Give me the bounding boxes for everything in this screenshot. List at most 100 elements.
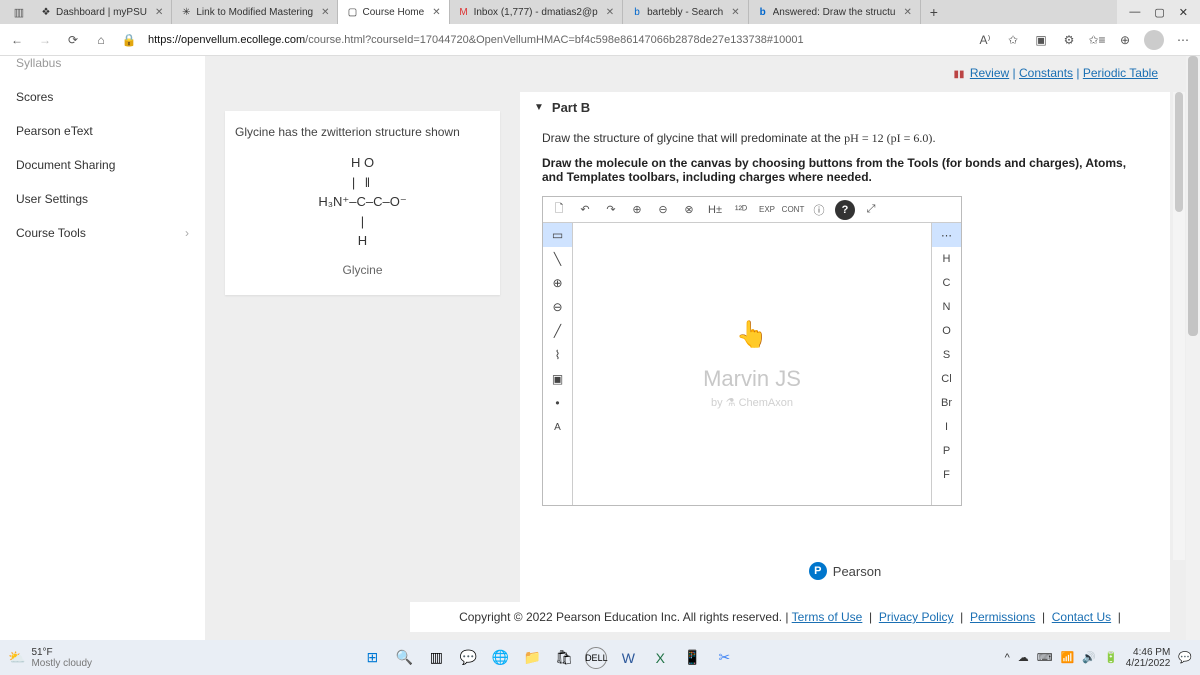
tab-2[interactable]: ▢Course Home✕ [338, 0, 449, 24]
collections-icon[interactable]: ⊕ [1116, 33, 1134, 47]
search-icon[interactable]: 🔍 [393, 647, 415, 669]
new-icon[interactable]: 🗋 [549, 200, 569, 220]
atom-n[interactable]: N [932, 295, 961, 319]
select-tool[interactable]: ▭ [543, 223, 572, 247]
close-icon[interactable]: ✕ [432, 7, 440, 18]
contact-link[interactable]: Contact Us [1052, 610, 1111, 624]
calc-icon[interactable]: 📱 [681, 647, 703, 669]
sidebar-item-etext[interactable]: Pearson eText [0, 114, 205, 148]
atom-f[interactable]: F [932, 463, 961, 487]
tray-chevron-icon[interactable]: ^ [1005, 652, 1010, 664]
sidebar-item-syllabus[interactable]: Syllabus [0, 56, 205, 80]
single-bond-tool[interactable]: ╱ [543, 319, 572, 343]
profile-avatar[interactable] [1144, 30, 1164, 50]
onedrive-icon[interactable]: ☁ [1018, 651, 1029, 664]
close-icon[interactable]: ✕ [606, 7, 614, 18]
atom-h[interactable]: H [932, 247, 961, 271]
zoom-out-icon[interactable]: ⊖ [653, 200, 673, 220]
atom-br[interactable]: Br [932, 391, 961, 415]
wifi-icon[interactable]: 📶 [1061, 651, 1075, 664]
inner-scrollbar[interactable] [1173, 92, 1185, 560]
radical-tool[interactable]: • [543, 391, 572, 415]
close-icon[interactable]: ✕ [321, 7, 329, 18]
close-window-button[interactable]: ✕ [1179, 6, 1188, 19]
battery-icon[interactable]: 🔋 [1104, 651, 1118, 664]
snip-icon[interactable]: ✂ [713, 647, 735, 669]
review-link[interactable]: Review [970, 66, 1009, 80]
page-scrollbar[interactable] [1186, 56, 1200, 640]
exp-icon[interactable]: EXP [757, 200, 777, 220]
settings-icon[interactable]: ⚙ [1060, 33, 1078, 47]
constants-link[interactable]: Constants [1019, 66, 1073, 80]
terms-link[interactable]: Terms of Use [792, 610, 863, 624]
info-icon[interactable]: ⓘ [809, 200, 829, 220]
template-tool[interactable]: ▣ [543, 367, 572, 391]
dell-icon[interactable]: DELL [585, 647, 607, 669]
favorites-icon[interactable]: ✩≡ [1088, 33, 1106, 47]
word-icon[interactable]: W [617, 647, 639, 669]
weather-widget[interactable]: ⛅ 51°F Mostly cloudy [8, 647, 92, 669]
address-bar[interactable]: https://openvellum.ecollege.com/course.h… [148, 34, 966, 46]
taskview-icon[interactable]: ▥ [425, 647, 447, 669]
tab-4[interactable]: bbartebly - Search✕ [623, 0, 749, 24]
volume-icon[interactable]: 🔊 [1082, 651, 1096, 664]
editor-canvas[interactable]: 👆 Marvin JS by ⚗ ChemAxon [573, 223, 931, 505]
extension-icon[interactable]: ▣ [1032, 33, 1050, 47]
2d-icon[interactable]: ¹²ᴰ [731, 200, 751, 220]
edge-icon[interactable]: 🌐 [489, 647, 511, 669]
lock-icon[interactable]: 🔒 [120, 33, 138, 47]
sidebar-item-usersettings[interactable]: User Settings [0, 182, 205, 216]
zoom-fit-icon[interactable]: ⊗ [679, 200, 699, 220]
tab-actions-icon[interactable]: ▥ [6, 0, 32, 24]
redo-icon[interactable]: ↷ [601, 200, 621, 220]
read-aloud-icon[interactable]: A⁾ [976, 33, 994, 47]
minimize-button[interactable]: — [1129, 6, 1140, 18]
fullscreen-icon[interactable]: ⤢ [861, 200, 881, 220]
chat-icon[interactable]: 💬 [457, 647, 479, 669]
tab-0[interactable]: ❖Dashboard | myPSU✕ [32, 0, 172, 24]
sidebar-item-coursetools[interactable]: Course Tools› [0, 216, 205, 250]
permissions-link[interactable]: Permissions [970, 610, 1035, 624]
store-icon[interactable]: 🛍 [553, 647, 575, 669]
zoom-in-icon[interactable]: ⊕ [627, 200, 647, 220]
close-icon[interactable]: ✕ [731, 7, 739, 18]
sidebar-item-docsharing[interactable]: Document Sharing [0, 148, 205, 182]
close-icon[interactable]: ✕ [903, 7, 911, 18]
part-b-header[interactable]: ▼ Part B [520, 92, 1170, 123]
atom-c[interactable]: C [932, 271, 961, 295]
tab-3[interactable]: MInbox (1,777) - dmatias2@p✕ [450, 0, 624, 24]
atom-i[interactable]: I [932, 415, 961, 439]
back-button[interactable]: ← [8, 33, 26, 47]
excel-icon[interactable]: X [649, 647, 671, 669]
start-button[interactable]: ⊞ [361, 647, 383, 669]
maximize-button[interactable]: ▢ [1154, 6, 1164, 19]
forward-button[interactable]: → [36, 33, 54, 47]
atom-s[interactable]: S [932, 343, 961, 367]
atom-cl[interactable]: Cl [932, 367, 961, 391]
bond-tool[interactable]: ╲ [543, 247, 572, 271]
star-icon[interactable]: ✩ [1004, 33, 1022, 47]
tab-1[interactable]: ✳Link to Modified Mastering✕ [172, 0, 338, 24]
notifications-icon[interactable]: 💬 [1178, 651, 1192, 664]
chain-tool[interactable]: ⌇ [543, 343, 572, 367]
tab-5[interactable]: bAnswered: Draw the structu✕ [749, 0, 921, 24]
charge-plus-tool[interactable]: ⊕ [543, 271, 572, 295]
atom-label-tool[interactable]: A [543, 415, 572, 439]
hydrogen-toggle-icon[interactable]: H± [705, 200, 725, 220]
close-icon[interactable]: ✕ [155, 7, 163, 18]
privacy-link[interactable]: Privacy Policy [879, 610, 954, 624]
explorer-icon[interactable]: 📁 [521, 647, 543, 669]
atom-p[interactable]: P [932, 439, 961, 463]
keyboard-icon[interactable]: ⌨ [1037, 651, 1053, 664]
clock[interactable]: 4:46 PM 4/21/2022 [1126, 647, 1171, 669]
charge-minus-tool[interactable]: ⊖ [543, 295, 572, 319]
atom-o[interactable]: O [932, 319, 961, 343]
sidebar-item-scores[interactable]: Scores [0, 80, 205, 114]
help-icon[interactable]: ? [835, 200, 855, 220]
periodic-button[interactable]: ⋯ [932, 223, 961, 247]
home-button[interactable]: ⌂ [92, 33, 110, 47]
cont-icon[interactable]: CONT [783, 200, 803, 220]
undo-icon[interactable]: ↶ [575, 200, 595, 220]
refresh-button[interactable]: ⟳ [64, 33, 82, 47]
more-icon[interactable]: ⋯ [1174, 33, 1192, 47]
